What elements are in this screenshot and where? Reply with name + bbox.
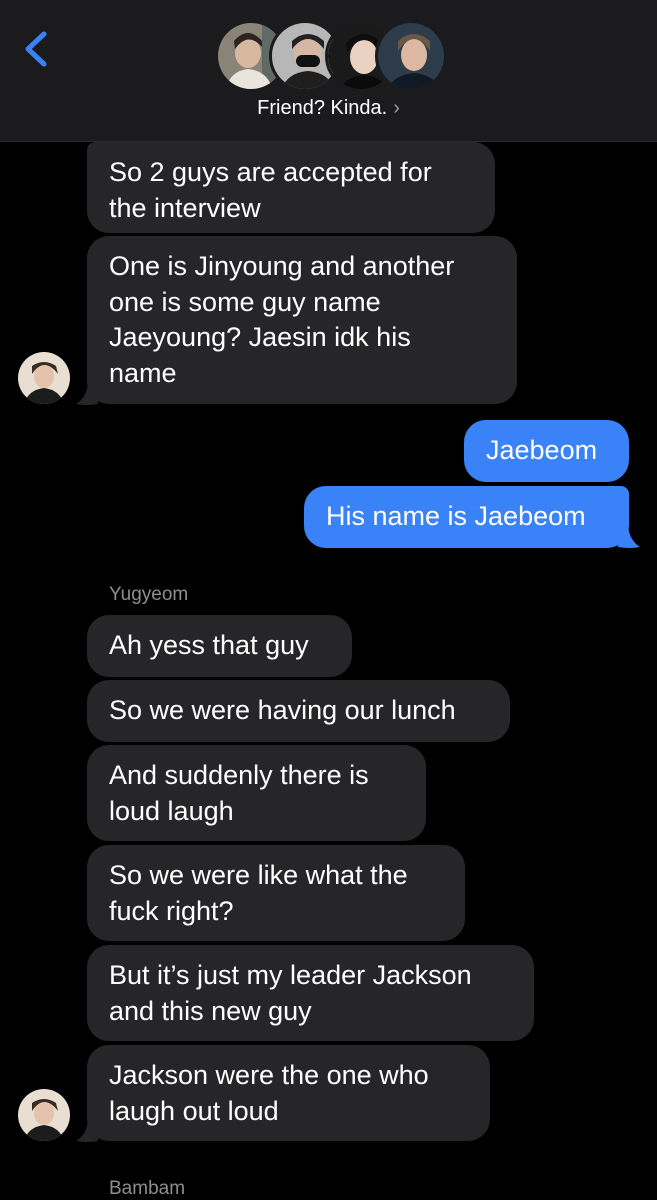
- message-line: So we were like what the: [109, 860, 408, 890]
- message-bubble-outgoing[interactable]: Jaebeom: [464, 420, 629, 482]
- message-line: So 2 guys are accepted for: [109, 157, 432, 187]
- message-line: Jackson were the one who: [109, 1060, 429, 1090]
- group-title[interactable]: Friend? Kinda. ›: [0, 97, 657, 120]
- message-line: the interview: [109, 192, 261, 223]
- message-line: So we were having our lunch: [109, 695, 456, 725]
- sender-name: Yugyeom: [109, 584, 189, 605]
- message-bubble-incoming[interactable]: So 2 guys are accepted for the interview: [87, 142, 495, 233]
- message-line: But it’s just my leader Jackson: [109, 960, 472, 990]
- message-bubble-incoming[interactable]: One is Jinyoung and another one is some …: [87, 236, 517, 404]
- bubble-tail: [76, 1121, 98, 1142]
- message-line: His name is Jaebeom: [326, 501, 586, 531]
- message-bubble-incoming[interactable]: Ah yess that guy: [87, 615, 352, 677]
- message-line: Jaeyoung? Jaesin idk his: [109, 322, 411, 352]
- bubble-tail: [618, 527, 640, 548]
- message-line: one is some guy name: [109, 286, 381, 317]
- message-line: Jaebeom: [486, 435, 598, 465]
- bubble-tail: [76, 384, 98, 405]
- sender-name: Bambam: [109, 1178, 186, 1199]
- group-name: Friend? Kinda.: [257, 97, 388, 119]
- message-bubble-incoming[interactable]: But it’s just my leader Jackson and this…: [87, 945, 534, 1041]
- chevron-left-icon[interactable]: [18, 24, 58, 74]
- avatar: [375, 20, 447, 92]
- message-bubble-outgoing[interactable]: His name is Jaebeom: [304, 486, 629, 548]
- message-line: One is Jinyoung and another: [109, 251, 455, 281]
- sender-avatar[interactable]: [18, 352, 70, 404]
- sender-avatar[interactable]: [18, 1089, 70, 1141]
- message-line: laugh out loud: [109, 1095, 279, 1126]
- message-line: and this new guy: [109, 995, 312, 1026]
- message-line: And suddenly there is: [109, 760, 369, 790]
- message-bubble-incoming[interactable]: And suddenly there is loud laugh: [87, 745, 426, 841]
- message-bubble-incoming[interactable]: Jackson were the one who laugh out loud: [87, 1045, 490, 1141]
- message-line: fuck right?: [109, 895, 234, 926]
- chevron-right-icon: ›: [393, 97, 400, 119]
- message-line: Ah yess that guy: [109, 630, 309, 660]
- conversation-header: Friend? Kinda. ›: [0, 0, 657, 142]
- group-avatars[interactable]: [215, 20, 447, 92]
- message-bubble-incoming[interactable]: So we were having our lunch: [87, 680, 510, 742]
- message-line: name: [109, 357, 177, 388]
- message-bubble-incoming[interactable]: So we were like what the fuck right?: [87, 845, 465, 941]
- message-line: loud laugh: [109, 795, 234, 826]
